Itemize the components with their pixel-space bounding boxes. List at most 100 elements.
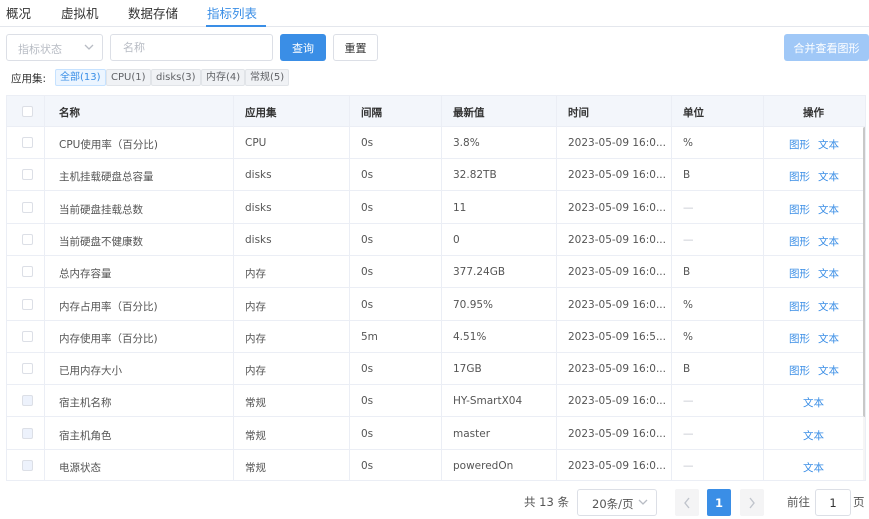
chip-cpu[interactable]: CPU(1) [106, 69, 151, 86]
cell-time: 2023-05-09 16:0... [568, 427, 666, 440]
view-text-link[interactable]: 文本 [818, 299, 839, 314]
cell-app-set: CPU [245, 137, 267, 149]
cell-unit: — [683, 395, 694, 408]
view-graph-link[interactable]: 图形 [789, 331, 810, 346]
tab-overview[interactable]: 概况 [6, 3, 31, 22]
header-latest-value: 最新值 [453, 107, 485, 119]
next-page-button[interactable] [740, 489, 764, 516]
cell-app-set: 常规 [245, 462, 266, 474]
cell-app-set: 内存 [245, 300, 266, 313]
cell-time: 2023-05-09 16:0... [568, 266, 666, 279]
chevron-down-icon [638, 495, 648, 512]
view-graph-link[interactable]: 图形 [789, 299, 810, 314]
tab-datastores[interactable]: 数据存储 [128, 3, 178, 22]
chip-general[interactable]: 常规(5) [245, 69, 290, 86]
row-checkbox[interactable] [22, 330, 33, 342]
table-row: 电源状态 常规 0s poweredOn 2023-05-09 16:0... — 文本 [7, 450, 865, 480]
row-checkbox[interactable] [22, 169, 33, 181]
cell-app-set: 常规 [245, 429, 266, 442]
cell-interval: 0s [361, 137, 374, 149]
view-graph-link[interactable]: 图形 [789, 266, 810, 281]
prev-page-button[interactable] [675, 489, 699, 516]
page-size-select[interactable]: 20条/页 [577, 489, 657, 516]
reset-button[interactable]: 重置 [333, 34, 378, 61]
select-all-checkbox[interactable] [22, 106, 33, 117]
tab-virtual-machines[interactable]: 虚拟机 [61, 3, 99, 22]
view-text-link[interactable]: 文本 [803, 428, 824, 443]
column-divider [556, 96, 557, 480]
query-button[interactable]: 查询 [280, 34, 326, 61]
table-row: 宿主机名称 常规 0s HY-SmartX04 2023-05-09 16:0... — 文… [7, 385, 865, 418]
view-text-link[interactable]: 文本 [818, 137, 839, 152]
cell-unit: % [683, 330, 693, 343]
view-graph-link[interactable]: 图形 [789, 363, 810, 378]
cell-name: 内存使用率（百分比) [59, 332, 158, 345]
view-graph-link[interactable]: 图形 [789, 234, 810, 249]
view-text-link[interactable]: 文本 [818, 169, 839, 184]
cell-name: 宿主机名称 [59, 397, 112, 410]
cell-name: 当前硬盘不健康数 [59, 235, 143, 248]
chip-memory[interactable]: 内存(4) [201, 69, 246, 86]
view-text-link[interactable]: 文本 [803, 460, 824, 475]
view-text-link[interactable]: 文本 [803, 395, 824, 410]
cell-interval: 0s [361, 266, 374, 279]
cell-latest-value: HY-SmartX04 [453, 395, 523, 408]
page-size-value: 20条/页 [592, 497, 634, 511]
chevron-right-icon [749, 497, 755, 508]
view-text-link[interactable]: 文本 [818, 266, 839, 281]
row-checkbox[interactable] [22, 137, 33, 148]
tab-bar: 概况 虚拟机 数据存储 指标列表 [0, 0, 869, 27]
cell-unit: — [683, 427, 694, 440]
row-checkbox[interactable] [22, 233, 33, 245]
merge-view-graph-button[interactable]: 合并查看图形 [784, 34, 869, 61]
metric-status-select[interactable]: 指标状态 [6, 34, 103, 61]
table-row: 宿主机角色 常规 0s master 2023-05-09 16:0... — 文本 [7, 418, 865, 450]
cell-unit: % [683, 137, 693, 149]
view-graph-link[interactable]: 图形 [789, 169, 810, 184]
cell-name: 宿主机角色 [59, 429, 112, 442]
view-graph-link[interactable]: 图形 [789, 202, 810, 217]
cell-latest-value: master [453, 427, 491, 440]
cell-name: 内存占用率（百分比) [59, 300, 158, 313]
table-scrollbar-thumb[interactable] [863, 127, 865, 417]
view-text-link[interactable]: 文本 [818, 234, 839, 249]
cell-latest-value: 377.24GB [453, 266, 506, 279]
chevron-down-icon [84, 40, 94, 57]
table-row: 内存占用率（百分比) 内存 0s 70.95% 2023-05-09 16:0...% 图… [7, 289, 865, 321]
name-search-input[interactable] [110, 34, 273, 61]
current-page-button[interactable]: 1 [707, 489, 731, 516]
view-text-link[interactable]: 文本 [818, 363, 839, 378]
row-checkbox[interactable] [22, 266, 33, 278]
view-graph-link[interactable]: 图形 [789, 137, 810, 152]
table-row: 内存使用率（百分比) 内存 5m 4.51% 2023-05-09 16:5...% 图形… [7, 321, 865, 353]
cell-latest-value: 17GB [453, 363, 482, 376]
table-row: CPU使用率（百分比) CPU 0s 3.8% 2023-05-09 16:0...% 图… [7, 127, 865, 159]
tab-metrics-list[interactable]: 指标列表 [207, 3, 257, 22]
chip-disks[interactable]: disks(3) [151, 69, 201, 86]
cell-latest-value: 11 [453, 201, 467, 214]
row-checkbox[interactable] [22, 298, 33, 310]
header-name: 名称 [59, 107, 80, 119]
cell-unit: — [683, 201, 694, 214]
header-app-set: 应用集 [245, 107, 277, 119]
column-divider [44, 96, 45, 480]
row-checkbox[interactable] [22, 363, 33, 375]
header-actions: 操作 [803, 107, 824, 119]
cell-latest-value: 4.51% [453, 330, 487, 343]
goto-page-input[interactable] [815, 489, 851, 516]
row-checkbox [22, 395, 33, 407]
cell-interval: 0s [361, 201, 374, 214]
cell-name: 主机挂载硬盘总容量 [59, 171, 154, 184]
cell-time: 2023-05-09 16:0... [568, 460, 666, 472]
view-text-link[interactable]: 文本 [818, 331, 839, 346]
view-text-link[interactable]: 文本 [818, 202, 839, 217]
chip-all[interactable]: 全部(13) [55, 69, 106, 86]
header-time: 时间 [568, 107, 589, 119]
column-divider [441, 96, 442, 480]
cell-interval: 0s [361, 363, 374, 376]
cell-latest-value: 70.95% [453, 298, 494, 311]
cell-time: 2023-05-09 16:0... [568, 395, 666, 408]
pagination-total: 共 13 条 [524, 495, 569, 509]
cell-app-set: 内存 [245, 268, 266, 281]
row-checkbox[interactable] [22, 201, 33, 213]
